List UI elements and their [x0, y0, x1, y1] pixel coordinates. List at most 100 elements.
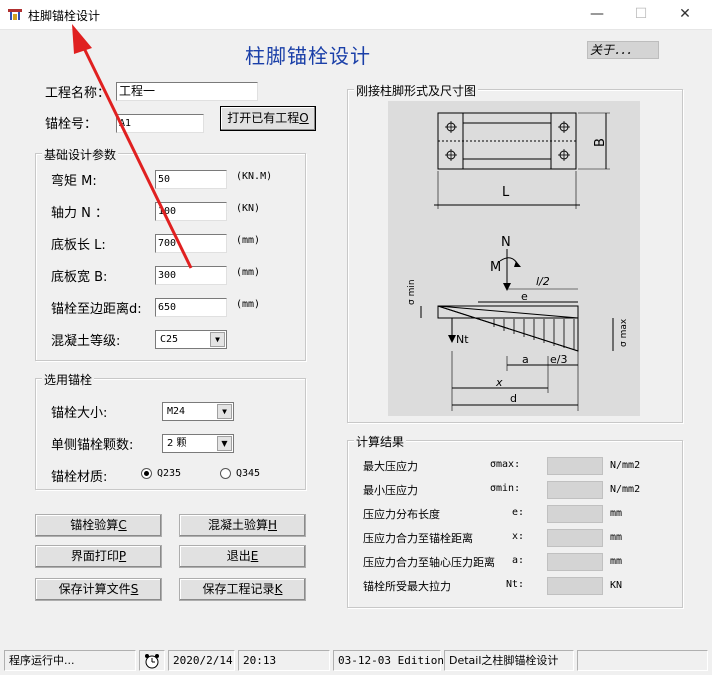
material-q235-radio[interactable]: [141, 468, 152, 479]
plate-width-unit: (mm): [236, 267, 261, 278]
page-title: 柱脚锚栓设计: [245, 44, 371, 68]
axial-force-input[interactable]: 100: [155, 202, 227, 221]
bolt-count-select[interactable]: 2 颗 ▼: [162, 434, 234, 453]
check-concrete-label: 混凝土验算: [207, 518, 268, 532]
edge-distance-unit: (mm): [236, 299, 261, 310]
bolt-number-label: 锚栓号：: [45, 117, 98, 132]
maximize-button[interactable]: ☐: [618, 0, 664, 30]
chevron-down-icon[interactable]: ▼: [217, 436, 232, 451]
material-q345-radio[interactable]: [220, 468, 231, 479]
concrete-grade-select[interactable]: C25 ▼: [155, 330, 227, 349]
plate-length-label: 底板长 L:: [51, 238, 106, 253]
result-unit: N/mm2: [610, 484, 641, 495]
material-q235-label: Q235: [157, 468, 182, 479]
bolt-count-label: 单侧锚栓颗数:: [51, 438, 134, 453]
sigma-max-label: σ max: [619, 318, 629, 347]
dim-e3-label: e/3: [550, 353, 567, 366]
project-name-label: 工程名称：: [45, 86, 111, 101]
result-label: 最小压应力: [363, 484, 418, 497]
print-shortcut: P: [118, 549, 127, 563]
check-concrete-shortcut: H: [267, 518, 278, 532]
check-concrete-button[interactable]: 混凝土验算H: [179, 514, 306, 537]
print-button[interactable]: 界面打印P: [35, 545, 162, 568]
about-button[interactable]: 关于．．．: [587, 41, 659, 59]
exit-shortcut: E: [250, 549, 259, 563]
chevron-down-icon[interactable]: ▼: [210, 332, 225, 347]
status-date: 2020/2/14: [168, 650, 235, 671]
result-label: 锚栓所受最大拉力: [363, 580, 451, 593]
moment-m-label: M: [490, 260, 501, 275]
window-title: 柱脚锚栓设计: [28, 9, 101, 23]
edge-distance-label: 锚栓至边距离d:: [51, 302, 142, 317]
moment-unit: (KN.M): [236, 171, 273, 182]
column-base-diagram: B L N M l/2 e σ min σ max Nt a e/3 x d: [388, 101, 640, 416]
save-calc-label: 保存计算文件: [58, 582, 131, 596]
axial-n-label: N: [501, 235, 511, 250]
open-project-button[interactable]: 打开已有工程O: [220, 106, 316, 131]
close-icon: ✕: [679, 6, 691, 22]
bolt-select-legend: 选用锚栓: [42, 371, 95, 388]
project-name-input[interactable]: 工程一: [116, 82, 258, 101]
close-button[interactable]: ✕: [662, 0, 708, 30]
nt-label: Nt: [456, 333, 469, 346]
open-project-shortcut: O: [299, 111, 309, 125]
open-project-label: 打开已有工程: [227, 111, 300, 125]
dim-b-label: B: [593, 138, 608, 147]
axial-force-unit: (KN): [236, 203, 261, 214]
bolt-count-value: 2 颗: [167, 438, 187, 449]
bolt-size-value: M24: [167, 406, 186, 417]
result-symbol: Nt:: [506, 579, 525, 590]
save-calc-shortcut: S: [130, 582, 139, 596]
status-time: 20:13: [238, 650, 330, 671]
check-bolt-button[interactable]: 锚栓验算C: [35, 514, 162, 537]
diagram-legend: 刚接柱脚形式及尺寸图: [354, 82, 479, 99]
axial-force-label: 轴力 N ：: [51, 206, 108, 221]
result-value-box: [547, 553, 603, 571]
bolt-size-select[interactable]: M24 ▼: [162, 402, 234, 421]
check-bolt-label: 锚栓验算: [70, 518, 119, 532]
concrete-grade-value: C25: [160, 334, 179, 345]
save-calc-button[interactable]: 保存计算文件S: [35, 578, 162, 601]
result-label: 压应力合力至锚栓距离: [363, 532, 473, 545]
dim-l-label: L: [502, 185, 510, 200]
plate-width-label: 底板宽 B:: [51, 270, 108, 285]
print-label: 界面打印: [70, 549, 119, 563]
exit-label: 退出: [226, 549, 251, 563]
result-unit: N/mm2: [610, 460, 641, 471]
moment-input[interactable]: 50: [155, 170, 227, 189]
status-message: 程序运行中...: [4, 650, 136, 671]
minimize-button[interactable]: —: [574, 0, 620, 30]
plate-width-input[interactable]: 300: [155, 266, 227, 285]
result-label: 最大压应力: [363, 460, 418, 473]
plate-length-input[interactable]: 700: [155, 234, 227, 253]
plate-length-unit: (mm): [236, 235, 261, 246]
result-label: 压应力分布长度: [363, 508, 440, 521]
result-label: 压应力合力至轴心压力距离: [363, 556, 495, 569]
dim-x-label: x: [495, 376, 503, 389]
chevron-down-icon[interactable]: ▼: [217, 404, 232, 419]
result-value-box: [547, 457, 603, 475]
result-symbol: σmax:: [490, 459, 521, 470]
save-record-label: 保存工程记录: [202, 582, 275, 596]
exit-button[interactable]: 退出E: [179, 545, 306, 568]
half-length-label: l/2: [536, 275, 550, 288]
concrete-grade-label: 混凝土等级:: [51, 334, 121, 349]
result-symbol: a:: [512, 555, 525, 566]
result-unit: KN: [610, 580, 623, 591]
edge-distance-input[interactable]: 650: [155, 298, 227, 317]
result-value-box: [547, 481, 603, 499]
results-legend: 计算结果: [354, 433, 407, 450]
result-value-box: [547, 505, 603, 523]
result-unit: mm: [610, 556, 623, 567]
bolt-material-label: 锚栓材质:: [51, 470, 108, 485]
bolt-number-input[interactable]: A1: [116, 114, 204, 133]
status-empty-cell: [577, 650, 708, 671]
sigma-min-label: σ min: [407, 279, 417, 305]
maximize-icon: ☐: [634, 6, 648, 22]
alarm-clock-icon: [145, 654, 159, 669]
bolt-size-label: 锚栓大小:: [51, 406, 108, 421]
save-record-button[interactable]: 保存工程记录K: [179, 578, 306, 601]
result-unit: mm: [610, 508, 623, 519]
result-symbol: e:: [512, 507, 525, 518]
foundation-params-legend: 基础设计参数: [42, 146, 119, 163]
